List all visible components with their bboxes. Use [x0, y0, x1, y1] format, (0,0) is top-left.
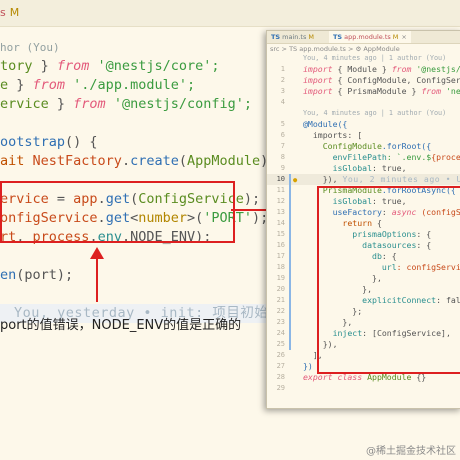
ts-file-icon: TS [271, 33, 281, 41]
app-module-ts-editor[interactable]: TS main.ts M TS app.module.ts M × src > TS ap… [266, 30, 460, 409]
blame-annotation: You, 4 minutes ago | 1 author (You) [303, 54, 447, 62]
watermark: @稀土掘金技术社区 [366, 446, 456, 457]
git-change-marker [289, 306, 291, 317]
code-line: 6 imports: [ [280, 130, 363, 140]
git-change-marker [289, 295, 291, 306]
git-change-marker [289, 196, 291, 207]
code-line: 1import { Module } from '@nestjs/com [280, 64, 460, 74]
code-line: 7 ConfigModule.forRoot({ [280, 141, 432, 151]
git-change-marker [289, 251, 291, 262]
git-change-marker [289, 273, 291, 284]
close-tab-icon[interactable]: × [401, 33, 406, 41]
modified-badge: M [9, 6, 20, 19]
git-change-marker [289, 207, 291, 218]
git-change-marker [289, 328, 291, 339]
git-change-marker [289, 262, 291, 273]
git-change-marker [289, 174, 291, 185]
highlight-box-left [0, 181, 235, 243]
tab-label: s [0, 6, 6, 19]
tab-main-ts[interactable]: sM [0, 0, 27, 26]
code-line-current: 10 ● }), You, 2 minutes ago • U [267, 174, 460, 185]
git-change-marker [289, 218, 291, 229]
tab-app-module-ts[interactable]: TS app.module.ts M × [329, 31, 411, 43]
git-change-marker [289, 185, 291, 196]
arrow-shaft [96, 256, 98, 302]
code-line: 29 [276, 384, 285, 392]
editor-tab-bar: sM [0, 0, 460, 27]
ts-file-icon: TS [333, 33, 343, 41]
code-line: 8 envFilePath: `.env.${process. [280, 152, 460, 162]
highlight-box-right [317, 186, 460, 374]
code-line: 5 @Module({ [280, 119, 348, 129]
git-change-marker [289, 317, 291, 328]
code-line: 4 [280, 98, 285, 106]
blame-annotation: You, 4 minutes ago | 1 author (You) [303, 109, 447, 117]
git-change-marker [289, 339, 291, 350]
git-change-marker [289, 284, 291, 295]
annotation-caption: port的值错误，NODE_ENV的值是正确的 [0, 318, 242, 333]
code-line: 9 isGlobal: true, [280, 163, 407, 173]
git-change-marker [289, 229, 291, 240]
editor-tab-bar: TS main.ts M TS app.module.ts M × [267, 31, 460, 44]
code-line: 2import { ConfigModule, ConfigServic [280, 75, 460, 85]
code-line: 3import { PrismaModule } from 'nestj [280, 86, 460, 96]
tab-main-ts[interactable]: TS main.ts M [267, 31, 318, 43]
git-change-marker [289, 240, 291, 251]
